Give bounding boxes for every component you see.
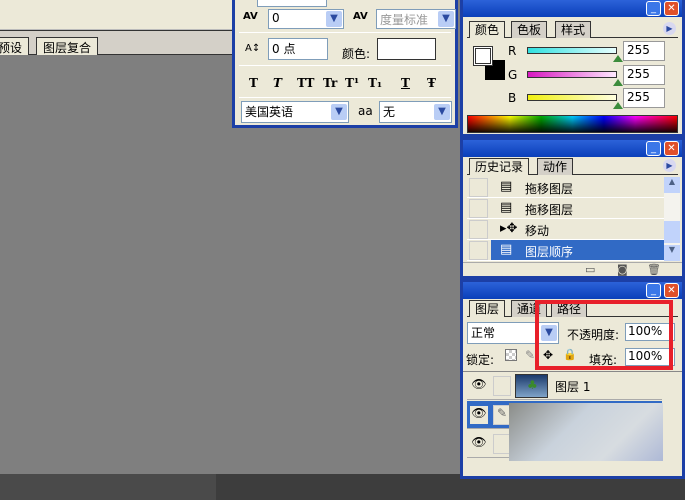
close-button[interactable]: ✕ bbox=[664, 1, 679, 16]
channel-label: R bbox=[508, 44, 517, 58]
tab-layers[interactable]: 图层 bbox=[469, 300, 506, 317]
minimize-button[interactable]: _ bbox=[646, 141, 661, 156]
chevron-down-icon[interactable]: ▼ bbox=[438, 11, 454, 27]
scroll-down-icon[interactable]: ▼ bbox=[664, 245, 680, 261]
history-panel: _ ✕ 历史记录 动作 ▶ ▤ 拖移图层 ▤ 拖移图层 ▸✥ 移动 ▤ 图层顺序 ▲ ▼ … bbox=[460, 137, 685, 279]
slider-thumb[interactable] bbox=[613, 55, 623, 62]
scroll-up-icon[interactable]: ▲ bbox=[664, 177, 680, 193]
eye-icon[interactable]: 👁 bbox=[470, 377, 488, 395]
snapshot-icon[interactable]: ◙ bbox=[617, 263, 628, 276]
layer-name: 图层 1 bbox=[555, 380, 591, 394]
history-item-label: 拖移图层 bbox=[525, 182, 574, 196]
eye-icon[interactable]: 👁 bbox=[470, 435, 488, 453]
panel-menu-icon[interactable]: ▶ bbox=[663, 22, 676, 35]
red-value-field[interactable]: 255 bbox=[623, 41, 665, 61]
leading-field[interactable] bbox=[257, 0, 327, 7]
underline-button[interactable]: T bbox=[401, 76, 427, 90]
faux-italic-button[interactable]: T bbox=[273, 76, 297, 90]
antialias-select[interactable]: 无 ▼ bbox=[379, 101, 452, 123]
foreground-color-swatch[interactable] bbox=[473, 46, 493, 66]
highlight-box bbox=[535, 300, 673, 370]
tracking-value: 度量标准 bbox=[380, 13, 429, 27]
all-caps-button[interactable]: TT bbox=[297, 76, 323, 90]
kerning-value: 0 bbox=[272, 11, 280, 25]
options-bar bbox=[0, 0, 234, 30]
green-value-field[interactable]: 255 bbox=[623, 65, 665, 85]
history-item-selected[interactable]: ▤ 图层顺序 bbox=[467, 240, 664, 261]
history-state-icon: ▤ bbox=[500, 179, 513, 194]
color-panel: _ ✕ 颜色 色板 样式 ▶ R 255 G 255 B 255 bbox=[460, 0, 685, 137]
tab-color[interactable]: 颜色 bbox=[469, 21, 506, 38]
baseline-shift-icon: A↕ bbox=[245, 43, 261, 54]
baseline-field[interactable]: 0 点 bbox=[268, 38, 328, 60]
slider-thumb[interactable] bbox=[613, 102, 623, 109]
panel-menu-icon[interactable]: ▶ bbox=[663, 159, 676, 172]
red-slider[interactable] bbox=[527, 47, 617, 54]
small-caps-button[interactable]: Tr bbox=[323, 76, 345, 90]
blue-value-field[interactable]: 255 bbox=[623, 88, 665, 108]
history-state-icon: ▤ bbox=[500, 242, 513, 257]
history-item-label: 图层顺序 bbox=[525, 245, 574, 259]
antialias-icon: aa bbox=[358, 104, 373, 118]
color-ramp[interactable] bbox=[467, 115, 678, 133]
superscript-button[interactable]: T¹ bbox=[345, 76, 368, 90]
layers-panel: _ ✕ 图层 通道 路径 正常 ▼ 不透明度: 100% 锁定: ✎ ✥ 🔒 填充:… bbox=[460, 279, 685, 479]
layer-thumbnail: ♣ bbox=[515, 374, 548, 398]
antialias-value: 无 bbox=[383, 105, 396, 119]
scrollbar[interactable]: ▲ ▼ bbox=[664, 177, 680, 261]
trash-icon[interactable]: 🗑 bbox=[647, 263, 661, 276]
kerning-field[interactable]: 0 ▼ bbox=[268, 9, 344, 29]
close-button[interactable]: ✕ bbox=[664, 141, 679, 156]
tab-layer-comps[interactable]: 图层复合 bbox=[36, 37, 99, 56]
channel-label: B bbox=[508, 91, 517, 105]
history-footer: ▭ ◙ 🗑 bbox=[463, 262, 682, 277]
history-item[interactable]: ▤ 拖移图层 bbox=[467, 177, 664, 198]
tab-swatches[interactable]: 色板 bbox=[511, 21, 548, 38]
tracking-icon: AV bbox=[353, 11, 368, 22]
chevron-down-icon[interactable]: ▼ bbox=[331, 104, 347, 120]
slider-thumb[interactable] bbox=[613, 79, 623, 86]
history-item[interactable]: ▤ 拖移图层 bbox=[467, 198, 664, 219]
history-item[interactable]: ▸✥ 移动 bbox=[467, 219, 664, 240]
history-state-icon: ▤ bbox=[500, 200, 513, 215]
tracking-field[interactable]: 度量标准 ▼ bbox=[376, 9, 456, 29]
color-label: 颜色: bbox=[342, 47, 371, 61]
move-tool-icon: ▸✥ bbox=[500, 221, 518, 236]
chevron-down-icon[interactable]: ▼ bbox=[434, 104, 450, 120]
language-select[interactable]: 美国英语 ▼ bbox=[241, 101, 349, 123]
chevron-down-icon[interactable]: ▼ bbox=[326, 11, 342, 27]
new-document-icon[interactable]: ▭ bbox=[585, 263, 595, 276]
style-buttons: T T TT Tr T¹ T₁ T Ŧ bbox=[249, 76, 447, 90]
kerning-icon: AV bbox=[243, 11, 258, 22]
minimize-button[interactable]: _ bbox=[646, 283, 661, 298]
character-panel: AV 0 ▼ AV 度量标准 ▼ A↕ 0 点 颜色: T T TT Tr T¹ T… bbox=[232, 0, 458, 128]
strikethrough-button[interactable]: Ŧ bbox=[427, 76, 447, 90]
language-value: 美国英语 bbox=[245, 105, 294, 119]
scroll-thumb[interactable] bbox=[664, 221, 680, 243]
lock-brush-icon[interactable]: ✎ bbox=[525, 348, 535, 362]
close-button[interactable]: ✕ bbox=[664, 283, 679, 298]
gradient-overlay-image bbox=[509, 403, 663, 461]
tab-history[interactable]: 历史记录 bbox=[469, 158, 530, 175]
blue-slider[interactable] bbox=[527, 94, 617, 101]
subscript-button[interactable]: T₁ bbox=[368, 76, 401, 90]
history-item-label: 拖移图层 bbox=[525, 203, 574, 217]
blend-mode-value: 正常 bbox=[471, 326, 496, 340]
color-swatch[interactable] bbox=[377, 38, 436, 60]
minimize-button[interactable]: _ bbox=[646, 1, 661, 16]
lock-transparency-icon[interactable] bbox=[505, 349, 517, 361]
channel-label: G bbox=[508, 68, 518, 82]
history-item-label: 移动 bbox=[525, 224, 550, 238]
tab-styles[interactable]: 样式 bbox=[555, 21, 592, 38]
lock-label: 锁定: bbox=[466, 353, 495, 367]
green-slider[interactable] bbox=[527, 71, 617, 78]
layer-row[interactable]: 👁 ♣ 图层 1 bbox=[467, 372, 662, 400]
tab-actions[interactable]: 动作 bbox=[537, 158, 574, 175]
tab-presets[interactable]: 预设 bbox=[0, 37, 30, 56]
baseline-value: 0 点 bbox=[272, 42, 296, 56]
faux-bold-button[interactable]: T bbox=[249, 76, 273, 90]
eye-icon[interactable]: 👁 bbox=[470, 406, 488, 424]
taskbar bbox=[0, 474, 216, 500]
palette-well: 预设 图层复合 bbox=[0, 30, 234, 56]
